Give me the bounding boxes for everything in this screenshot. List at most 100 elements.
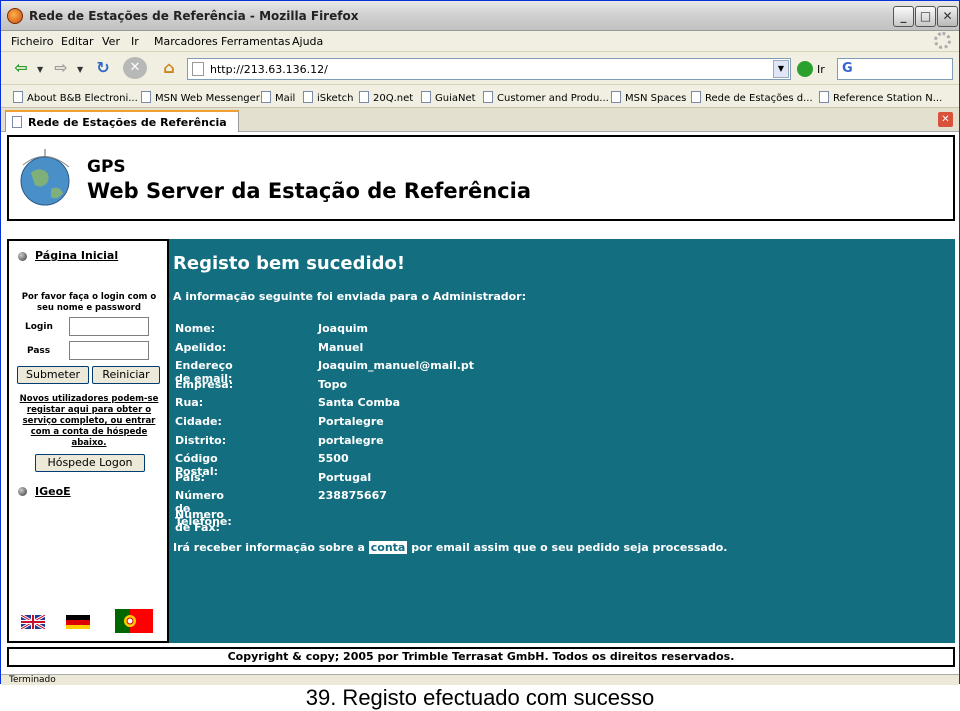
register-link[interactable]: Novos utilizadores podem-se registar aqu… bbox=[15, 394, 163, 449]
stop-icon[interactable]: ✕ bbox=[123, 57, 147, 79]
tab-close-icon[interactable]: ✕ bbox=[938, 112, 953, 127]
tab-active[interactable]: Rede de Estações de Referência bbox=[5, 110, 239, 132]
title-bar: Rede de Estações de Referência - Mozilla… bbox=[1, 1, 959, 31]
bookmark-item[interactable]: About B&B Electroni... bbox=[13, 91, 138, 104]
firefox-icon bbox=[7, 8, 23, 24]
menu-marcadores[interactable]: Marcadores bbox=[154, 35, 218, 48]
info-key: Número de Fax: bbox=[175, 508, 224, 534]
reset-button[interactable]: Reiniciar bbox=[92, 366, 160, 384]
menu-bar: Ficheiro Editar Ver Ir Marcadores Ferram… bbox=[1, 31, 959, 51]
navigation-toolbar: ⇦ ▼ ⇨ ▼ ↻ ✕ ⌂ ▼ Ir G bbox=[1, 51, 959, 84]
footer-copyright: Copyright & copy; 2005 por Trimble Terra… bbox=[7, 647, 955, 667]
page-icon bbox=[13, 91, 23, 103]
forward-arrow-icon[interactable]: ⇨ bbox=[49, 57, 73, 79]
minimize-button[interactable]: _ bbox=[893, 6, 914, 27]
login-input[interactable] bbox=[69, 317, 149, 336]
google-icon: G bbox=[842, 61, 853, 76]
guest-logon-button[interactable]: Hóspede Logon bbox=[35, 454, 145, 472]
back-dropdown-icon[interactable]: ▼ bbox=[37, 65, 43, 74]
throbber-icon bbox=[934, 32, 951, 49]
notice-highlight: conta bbox=[368, 541, 408, 554]
back-arrow-icon[interactable]: ⇦ bbox=[9, 57, 33, 79]
customer-icon bbox=[483, 91, 493, 103]
info-value: Joaquim bbox=[318, 322, 369, 335]
url-dropdown-icon[interactable]: ▼ bbox=[773, 60, 789, 78]
page-icon bbox=[359, 91, 369, 103]
page-icon bbox=[819, 91, 829, 103]
home-link[interactable]: Página Inicial bbox=[35, 249, 118, 262]
bookmark-item[interactable]: Rede de Estações d... bbox=[691, 91, 813, 104]
info-value: Portalegre bbox=[318, 415, 384, 428]
menu-ficheiro[interactable]: Ficheiro bbox=[11, 35, 53, 48]
menu-ir[interactable]: Ir bbox=[131, 35, 139, 48]
page-content: GPS Web Server da Estação de Referência … bbox=[1, 132, 959, 674]
bookmark-item[interactable]: MSN Web Messenger bbox=[141, 91, 260, 104]
search-input[interactable]: G bbox=[837, 58, 953, 80]
page-icon bbox=[261, 91, 271, 103]
bookmark-label: Customer and Produ... bbox=[497, 93, 609, 104]
go-icon[interactable] bbox=[797, 61, 813, 77]
forward-dropdown-icon[interactable]: ▼ bbox=[77, 65, 83, 74]
pass-label: Pass bbox=[27, 346, 51, 356]
bullet-icon bbox=[18, 487, 27, 496]
page-icon bbox=[12, 116, 22, 128]
igeoe-link[interactable]: IGeoE bbox=[35, 485, 71, 498]
notice-text: Irá receber informação sobre a conta por… bbox=[173, 541, 727, 554]
bookmark-item[interactable]: MSN Spaces bbox=[611, 91, 686, 104]
msn-icon bbox=[611, 91, 621, 103]
site-banner: GPS Web Server da Estação de Referência bbox=[7, 135, 955, 221]
bullet-icon bbox=[18, 252, 27, 261]
bookmark-label: MSN Spaces bbox=[625, 93, 687, 104]
bookmark-item[interactable]: iSketch bbox=[303, 91, 353, 104]
bookmark-label: iSketch bbox=[317, 93, 354, 104]
site-title: Web Server da Estação de Referência bbox=[87, 179, 531, 203]
status-text: Terminado bbox=[9, 675, 56, 685]
info-value: 238875667 bbox=[318, 489, 387, 503]
info-value: Manuel bbox=[318, 340, 364, 354]
info-value: portalegre bbox=[318, 433, 384, 447]
address-bar[interactable]: ▼ bbox=[187, 58, 791, 80]
portugal-flag-icon[interactable] bbox=[115, 609, 153, 633]
menu-ajuda[interactable]: Ajuda bbox=[292, 35, 323, 48]
go-button[interactable]: Ir bbox=[817, 63, 825, 76]
menu-ferramentas[interactable]: Ferramentas bbox=[221, 35, 290, 48]
bookmark-label: Rede de Estações d... bbox=[705, 93, 813, 104]
uk-flag-icon[interactable] bbox=[21, 615, 45, 629]
url-input[interactable] bbox=[210, 61, 770, 77]
banner-gps: GPS bbox=[87, 157, 126, 177]
sidebar: Página Inicial Por favor faça o login co… bbox=[7, 239, 169, 643]
password-input[interactable] bbox=[69, 341, 149, 360]
success-heading: Registo bem sucedido! bbox=[173, 253, 406, 274]
germany-flag-icon[interactable] bbox=[66, 615, 90, 629]
submit-button[interactable]: Submeter bbox=[17, 366, 89, 384]
browser-window: Rede de Estações de Referência - Mozilla… bbox=[0, 0, 960, 685]
bookmark-label: GuiaNet bbox=[435, 93, 476, 104]
maximize-button[interactable]: □ bbox=[915, 6, 936, 27]
bookmark-item[interactable]: Reference Station N... bbox=[819, 91, 942, 104]
home-icon[interactable]: ⌂ bbox=[157, 57, 181, 79]
bookmark-item[interactable]: GuiaNet bbox=[421, 91, 476, 104]
reload-icon[interactable]: ↻ bbox=[91, 57, 115, 79]
info-key: Distrito: bbox=[175, 433, 227, 447]
info-key: Cidade: bbox=[175, 415, 222, 428]
menu-editar[interactable]: Editar bbox=[61, 35, 94, 48]
info-sent-text: A informação seguinte foi enviada para o… bbox=[173, 290, 527, 303]
bookmark-item[interactable]: 20Q.net bbox=[359, 91, 413, 104]
bookmark-item[interactable]: Mail bbox=[261, 91, 295, 104]
page-icon bbox=[192, 62, 204, 76]
bookmark-label: MSN Web Messenger bbox=[155, 93, 260, 104]
notice-before: Irá receber informação sobre a bbox=[173, 541, 369, 554]
bookmark-item[interactable]: Customer and Produ... bbox=[483, 91, 609, 104]
bookmark-label: 20Q.net bbox=[373, 93, 414, 104]
guianet-icon bbox=[421, 91, 431, 103]
bookmark-label: Mail bbox=[275, 93, 296, 104]
messenger-icon bbox=[141, 91, 151, 103]
menu-ver[interactable]: Ver bbox=[102, 35, 120, 48]
info-key: Empresa: bbox=[175, 377, 234, 391]
info-key: País: bbox=[175, 470, 205, 484]
page-icon bbox=[691, 91, 701, 103]
main-panel: Registo bem sucedido! A informação segui… bbox=[169, 239, 955, 643]
slide-caption: 39. Registo efectuado com sucesso bbox=[305, 685, 655, 710]
close-button[interactable]: ✕ bbox=[937, 6, 958, 27]
tab-bar: Rede de Estações de Referência ✕ bbox=[1, 108, 959, 132]
